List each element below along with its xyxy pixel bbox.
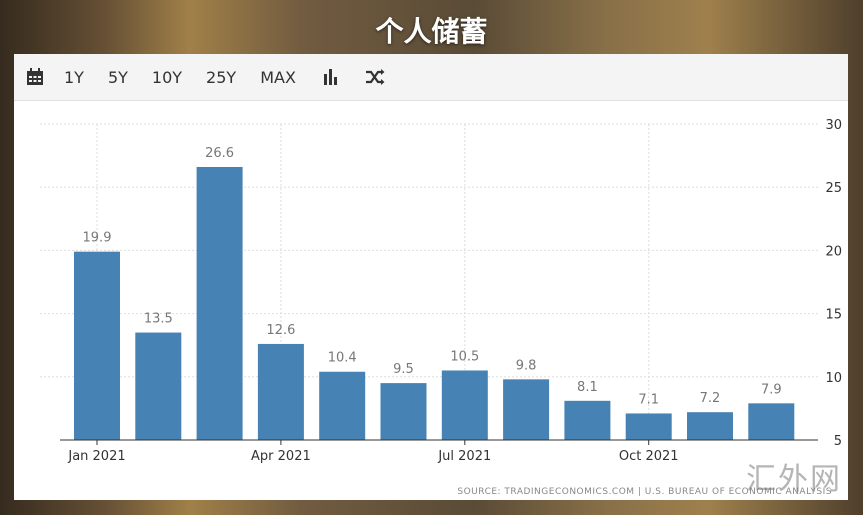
bar-value-label: 7.2 [700,391,721,406]
bar[interactable] [441,370,488,440]
chart-x-axis: Jan 2021 Apr 2021 Jul 2021 Oct 2021 [60,439,818,464]
bar-value-label: 9.8 [516,358,537,373]
chart-y-axis: 5 10 15 20 25 30 [825,118,842,449]
bar-value-label: 19.9 [83,231,112,246]
y-tick-label: 20 [825,244,842,259]
bar-value-label: 7.1 [638,392,659,407]
x-tick-label: Jul 2021 [437,449,491,464]
chart-bars [74,166,795,440]
y-tick-label: 15 [825,308,842,323]
bar[interactable] [380,383,427,440]
bar[interactable] [257,343,304,440]
x-tick-label: Jan 2021 [67,449,125,464]
bar-value-label: 9.5 [393,362,414,377]
bar-value-label: 7.9 [761,382,782,397]
bar[interactable] [625,413,672,440]
bar[interactable] [196,166,243,440]
page-title: 个人储蓄 [375,15,488,48]
bar[interactable] [319,371,366,440]
chart-panel: 1Y 5Y 10Y 25Y MAX 19.9 13.5 26.6 12.6 10.4 9.… [14,54,848,500]
bar[interactable] [503,379,550,440]
bar-value-label: 12.6 [266,323,295,338]
chart-value-labels: 19.9 13.5 26.6 12.6 10.4 9.5 10.5 9.8 8.1 7.1 7.2 7… [83,146,782,407]
bar-value-label: 10.5 [450,349,479,364]
y-tick-label: 25 [825,181,842,196]
bar-value-label: 26.6 [205,146,234,161]
bar[interactable] [564,400,611,440]
bar-chart: 19.9 13.5 26.6 12.6 10.4 9.5 10.5 9.8 8.1 7.1 7.2 7… [40,118,842,497]
x-tick-label: Apr 2021 [251,449,311,464]
bar[interactable] [135,332,182,440]
y-tick-label: 10 [825,371,842,386]
bar[interactable] [74,251,120,440]
bar[interactable] [687,412,733,440]
bar-value-label: 10.4 [328,351,357,366]
x-tick-label: Oct 2021 [619,449,679,464]
y-tick-label: 5 [834,434,842,449]
bar-value-label: 8.1 [577,380,598,395]
bar-value-label: 13.5 [144,312,173,327]
bar[interactable] [748,403,795,440]
y-tick-label: 30 [825,118,842,133]
watermark-logo: 汇外网 [746,462,842,497]
